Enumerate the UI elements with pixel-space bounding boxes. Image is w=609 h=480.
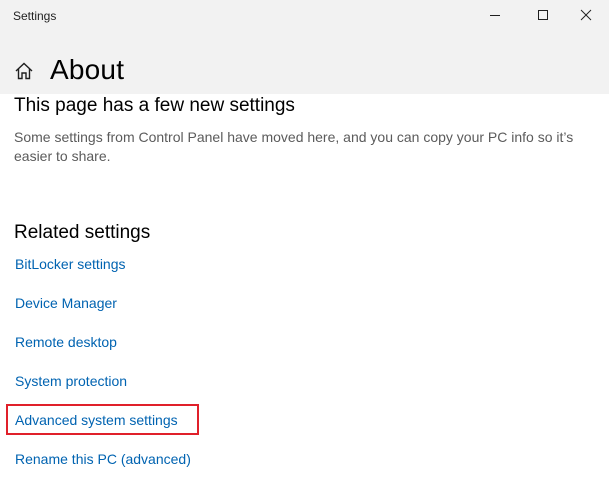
remote-desktop-link[interactable]: Remote desktop xyxy=(15,333,117,351)
minimize-icon xyxy=(490,15,500,16)
related-settings-heading: Related settings xyxy=(14,222,151,243)
home-icon xyxy=(15,62,33,80)
device-manager-link[interactable]: Device Manager xyxy=(15,294,117,312)
rename-this-pc-link[interactable]: Rename this PC (advanced) xyxy=(15,450,191,468)
system-protection-link[interactable]: System protection xyxy=(15,372,127,390)
page-title: About xyxy=(50,54,125,85)
close-button[interactable] xyxy=(563,0,609,30)
maximize-icon xyxy=(538,10,548,20)
settings-window: Settings About This page has a few new s… xyxy=(0,0,609,480)
window-title: Settings xyxy=(13,9,57,23)
minimize-button[interactable] xyxy=(472,0,518,30)
bitlocker-settings-link[interactable]: BitLocker settings xyxy=(15,255,126,273)
close-icon xyxy=(580,9,592,21)
new-settings-heading: This page has a few new settings xyxy=(14,95,295,116)
home-button[interactable] xyxy=(14,61,34,81)
highlight-box xyxy=(6,404,199,435)
title-bar[interactable]: Settings xyxy=(0,0,609,32)
maximize-button[interactable] xyxy=(520,0,566,30)
new-settings-description: Some settings from Control Panel have mo… xyxy=(14,129,574,164)
